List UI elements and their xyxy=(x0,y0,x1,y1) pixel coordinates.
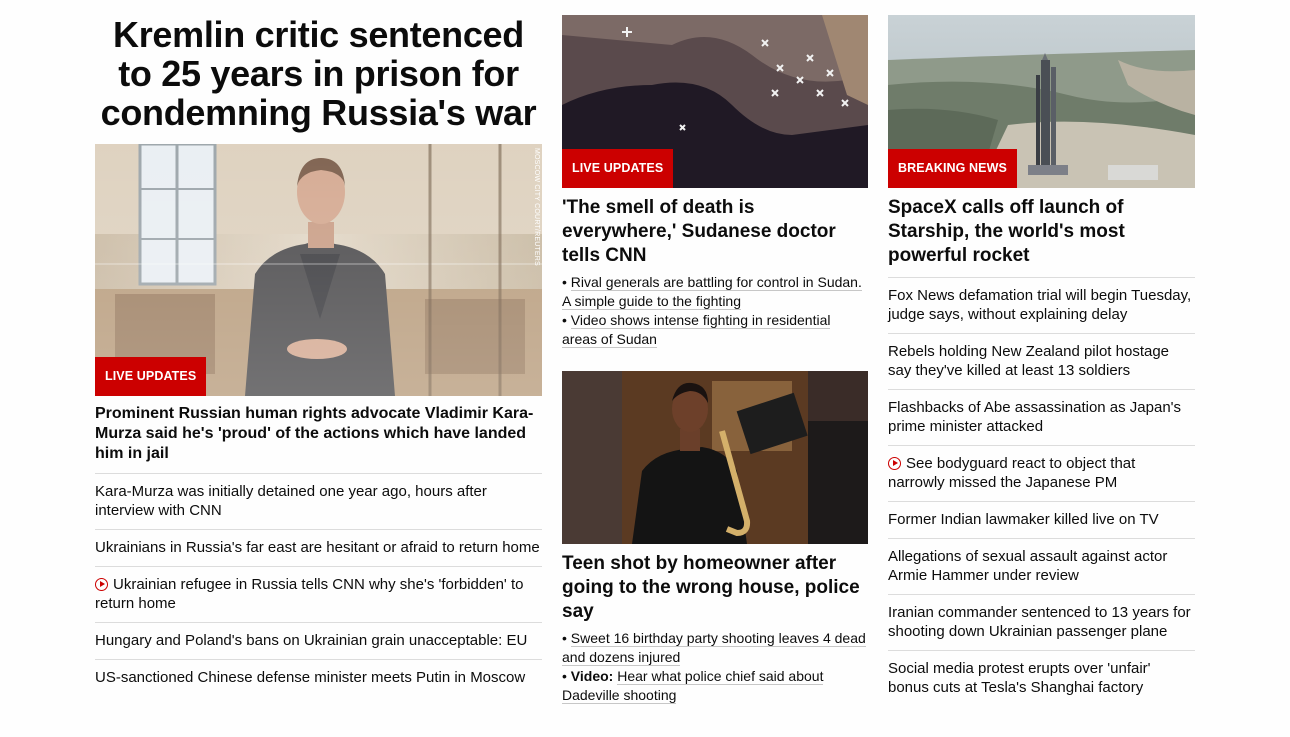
list-item: Ukrainian refugee in Russia tells CNN wh… xyxy=(95,566,542,622)
teen-headline[interactable]: Teen shot by homeowner after going to th… xyxy=(562,552,868,624)
right-column: BREAKING NEWS SpaceX calls off launch of… xyxy=(888,15,1195,706)
related-link[interactable]: US-sanctioned Chinese defense minister m… xyxy=(95,668,542,687)
list-item: Fox News defamation trial will begin Tue… xyxy=(888,277,1195,333)
related-link[interactable]: Ukrainians in Russia's far east are hesi… xyxy=(95,538,542,557)
related-link-label: See bodyguard react to object that narro… xyxy=(888,455,1136,491)
lead-photo[interactable]: MOSCOW CITY COURT/REUTERS LIVE UPDATES xyxy=(95,144,542,396)
related-link[interactable]: Kara-Murza was initially detained one ye… xyxy=(95,482,542,520)
middle-column: LIVE UPDATES 'The smell of death is ever… xyxy=(562,15,868,705)
related-link[interactable]: Allegations of sexual assault against ac… xyxy=(888,547,1195,585)
list-item: Former Indian lawmaker killed live on TV xyxy=(888,501,1195,538)
bullet-link[interactable]: Rival generals are battling for control … xyxy=(562,274,862,310)
related-link-label: Ukrainian refugee in Russia tells CNN wh… xyxy=(95,576,524,612)
sudan-headline[interactable]: 'The smell of death is everywhere,' Suda… xyxy=(562,196,868,268)
related-link-video[interactable]: See bodyguard react to object that narro… xyxy=(888,454,1195,492)
list-item: Rebels holding New Zealand pilot hostage… xyxy=(888,333,1195,389)
bullet-item: • Video: Hear what police chief said abo… xyxy=(562,668,824,704)
related-link[interactable]: Rebels holding New Zealand pilot hostage… xyxy=(888,342,1195,380)
bullet-link[interactable]: Sweet 16 birthday party shooting leaves … xyxy=(562,630,866,666)
related-link[interactable]: Flashbacks of Abe assassination as Japan… xyxy=(888,398,1195,436)
spacex-photo[interactable]: BREAKING NEWS xyxy=(888,15,1195,188)
bullet-item: • Sweet 16 birthday party shooting leave… xyxy=(562,630,866,666)
related-link[interactable]: Social media protest erupts over 'unfair… xyxy=(888,659,1195,697)
teen-bullets: • Sweet 16 birthday party shooting leave… xyxy=(562,629,868,705)
photo-credit: MOSCOW CITY COURT/REUTERS xyxy=(533,148,540,266)
related-link[interactable]: Fox News defamation trial will begin Tue… xyxy=(888,286,1195,324)
bullet-item: • Rival generals are battling for contro… xyxy=(562,274,862,310)
list-item: Hungary and Poland's bans on Ukrainian g… xyxy=(95,622,542,659)
related-link-video[interactable]: Ukrainian refugee in Russia tells CNN wh… xyxy=(95,575,542,613)
lead-subhead[interactable]: Prominent Russian human rights advocate … xyxy=(95,404,542,464)
list-item: Iranian commander sentenced to 13 years … xyxy=(888,594,1195,650)
list-item: Kara-Murza was initially detained one ye… xyxy=(95,473,542,529)
lead-related-links: Kara-Murza was initially detained one ye… xyxy=(95,473,542,696)
play-icon xyxy=(888,457,901,470)
sudan-photo[interactable]: LIVE UPDATES xyxy=(562,15,868,188)
related-link[interactable]: Hungary and Poland's bans on Ukrainian g… xyxy=(95,631,542,650)
right-related-links: Fox News defamation trial will begin Tue… xyxy=(888,277,1195,706)
list-item: Allegations of sexual assault against ac… xyxy=(888,538,1195,594)
related-link[interactable]: Iranian commander sentenced to 13 years … xyxy=(888,603,1195,641)
lead-headline[interactable]: Kremlin critic sentenced to 25 years in … xyxy=(95,15,542,132)
live-updates-badge: LIVE UPDATES xyxy=(95,357,207,396)
list-item: US-sanctioned Chinese defense minister m… xyxy=(95,659,542,696)
play-icon xyxy=(95,578,108,591)
bullet-link[interactable]: Video shows intense fighting in resident… xyxy=(562,312,831,348)
lead-story-column: Kremlin critic sentenced to 25 years in … xyxy=(95,15,542,696)
sudan-bullets: • Rival generals are battling for contro… xyxy=(562,273,868,349)
related-link[interactable]: Former Indian lawmaker killed live on TV xyxy=(888,510,1195,529)
video-label: Video: xyxy=(570,668,614,684)
list-item: See bodyguard react to object that narro… xyxy=(888,445,1195,501)
breaking-news-badge: BREAKING NEWS xyxy=(888,149,1017,188)
saxophone-player-image xyxy=(562,371,868,544)
spacex-headline[interactable]: SpaceX calls off launch of Starship, the… xyxy=(888,196,1195,268)
list-item: Flashbacks of Abe assassination as Japan… xyxy=(888,389,1195,445)
list-item: Social media protest erupts over 'unfair… xyxy=(888,650,1195,706)
bullet-item: • Video shows intense fighting in reside… xyxy=(562,312,831,348)
list-item: Ukrainians in Russia's far east are hesi… xyxy=(95,529,542,566)
live-updates-badge: LIVE UPDATES xyxy=(562,149,674,188)
teen-photo[interactable] xyxy=(562,371,868,544)
